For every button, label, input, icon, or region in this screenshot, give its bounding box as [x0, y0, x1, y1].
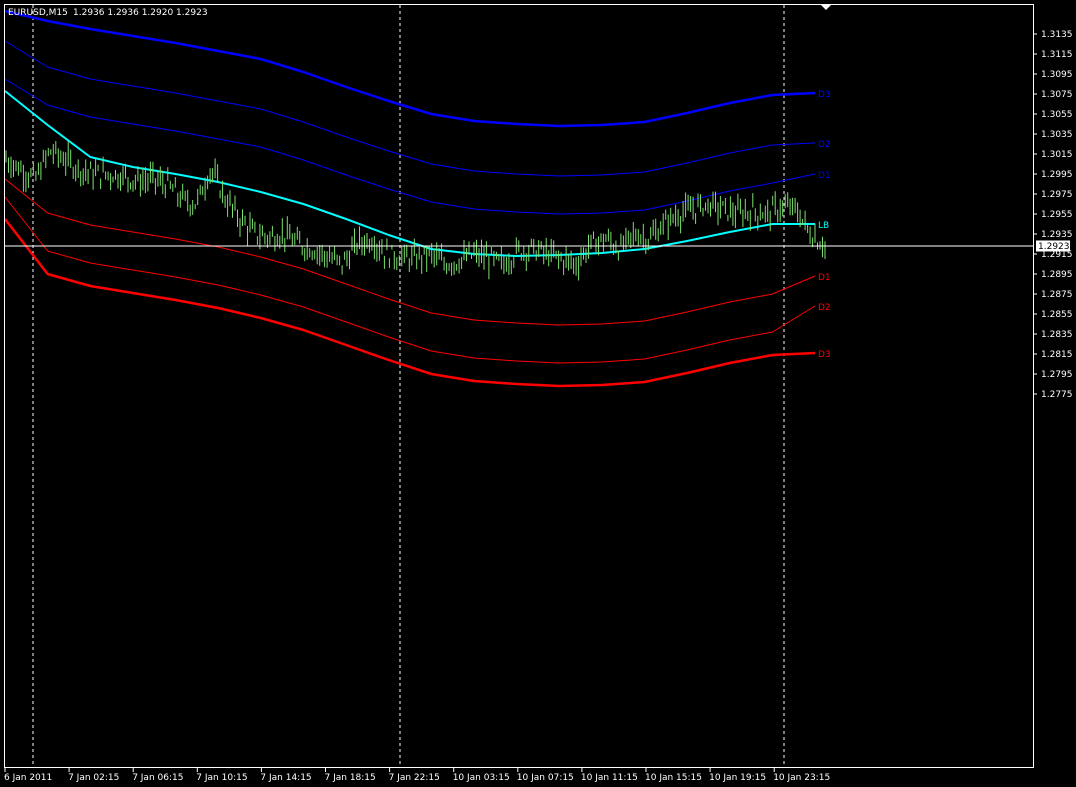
band-label-upper-d1: D1: [818, 171, 831, 181]
price-tick-label: 1.2775: [1041, 390, 1073, 400]
price-tick-label: 1.3135: [1041, 30, 1073, 40]
time-tick-label: 6 Jan 2011: [4, 773, 52, 783]
time-tick-label: 10 Jan 11:15: [581, 773, 638, 783]
time-tick-label: 10 Jan 23:15: [773, 773, 830, 783]
time-tick-label: 7 Jan 22:15: [389, 773, 440, 783]
band-label-lower-d3: D3: [818, 350, 831, 360]
price-tick-label: 1.3095: [1041, 70, 1073, 80]
price-tick-label: 1.2815: [1041, 350, 1073, 360]
price-tick-label: 1.2895: [1041, 270, 1073, 280]
time-tick-label: 7 Jan 02:15: [68, 773, 119, 783]
price-tick-label: 1.2975: [1041, 190, 1073, 200]
time-tick-label: 7 Jan 18:15: [325, 773, 376, 783]
price-tick-label: 1.2935: [1041, 230, 1073, 240]
price-tick-label: 1.2995: [1041, 170, 1073, 180]
price-tick-label: 1.3075: [1041, 90, 1073, 100]
price-tick-label: 1.3115: [1041, 50, 1073, 60]
price-tick-label: 1.3035: [1041, 130, 1073, 140]
price-chart[interactable]: D3 D2 D1 LB D1 D2 D3 EURUSD,M15 1.2936 1.2936 …: [0, 0, 1076, 787]
band-label-lower-d2: D2: [818, 303, 831, 313]
time-tick-label: 10 Jan 15:15: [645, 773, 702, 783]
price-tick-label: 1.3055: [1041, 110, 1073, 120]
price-tick-label: 1.2795: [1041, 370, 1073, 380]
chart-background: [0, 0, 1076, 787]
band-label-lower-d1: D1: [818, 273, 831, 283]
time-tick-label: 7 Jan 10:15: [196, 773, 247, 783]
price-tick-label: 1.3015: [1041, 150, 1073, 160]
current-price-label: 1.2923: [1038, 242, 1070, 252]
current-price-marker: 1.2923: [1036, 240, 1070, 252]
band-label-upper-d3: D3: [818, 90, 831, 100]
price-tick-label: 1.2855: [1041, 310, 1073, 320]
time-tick-label: 7 Jan 06:15: [132, 773, 183, 783]
time-tick-label: 10 Jan 07:15: [517, 773, 574, 783]
price-tick-label: 1.2875: [1041, 290, 1073, 300]
price-tick-label: 1.2835: [1041, 330, 1073, 340]
time-tick-label: 7 Jan 14:15: [260, 773, 311, 783]
band-label-mid-lb: LB: [818, 221, 829, 231]
band-label-upper-d2: D2: [818, 140, 831, 150]
chart-symbol-title: EURUSD,M15: [8, 8, 68, 18]
time-tick-label: 10 Jan 03:15: [453, 773, 510, 783]
price-tick-label: 1.2955: [1041, 210, 1073, 220]
time-tick-label: 10 Jan 19:15: [709, 773, 766, 783]
chart-ohlc-values: 1.2936 1.2936 1.2920 1.2923: [73, 8, 208, 18]
